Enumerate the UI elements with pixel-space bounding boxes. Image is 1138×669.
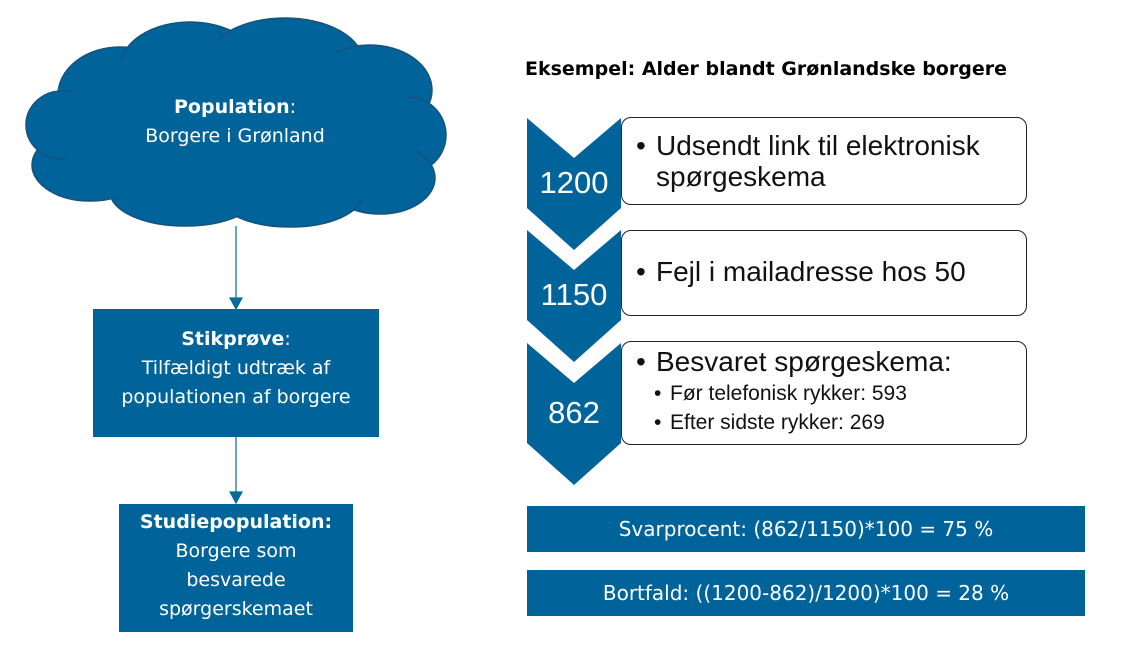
population-label: Population: Borgere i Grønland [90, 93, 380, 151]
step-1-text: Udsendt link til elektronisk spørgeskema [656, 130, 980, 192]
sample-label: Stikprøve: Tilfældigt udtræk af populati… [93, 325, 379, 412]
step-2-bullet: • Fejl i mailadresse hos 50 [636, 256, 1016, 287]
study-label: Studiepopulation: Borgere som besvarede … [119, 508, 353, 624]
response-rate-bar: Svarprocent: (862/1150)*100 = 75 % [527, 506, 1085, 552]
population-text: Borgere i Grønland [145, 125, 325, 147]
sample-line1: Tilfældigt udtræk af [141, 357, 331, 379]
step-3-bullet: • Besvaret spørgeskema: [636, 346, 1016, 377]
step-2-text: Fejl i mailadresse hos 50 [656, 256, 966, 287]
step-3-number: 862 [548, 395, 600, 430]
step-3-sub2-text: Efter sidste rykker: 269 [670, 411, 885, 434]
step-3-sub2: • Efter sidste rykker: 269 [654, 409, 1014, 437]
study-line1: Borgere som [175, 540, 297, 562]
population-title: Population [173, 96, 290, 118]
step-2-box: • Fejl i mailadresse hos 50 [621, 230, 1027, 316]
sample-line2: populationen af borgere [121, 386, 351, 408]
study-title: Studiepopulation: [139, 511, 333, 533]
step-1-box: • Udsendt link til elektronisk spørgeskem… [621, 117, 1027, 205]
step-2-number: 1150 [540, 277, 608, 312]
study-line3: spørgerskemaet [159, 598, 313, 620]
step-3-text: Besvaret spørgeskema: [656, 346, 952, 377]
step-3-sub1-text: Før telefonisk rykker: 593 [670, 382, 907, 405]
step-3-box: • Besvaret spørgeskema: • Før telefonisk r… [621, 341, 1027, 445]
response-rate-text: Svarprocent: (862/1150)*100 = 75 % [618, 517, 994, 541]
step-1-number: 1200 [539, 165, 609, 200]
step-1-bullet: • Udsendt link til elektronisk spørgeskem… [636, 130, 1016, 192]
sample-title: Stikprøve [181, 328, 285, 350]
dropout-bar: Bortfald: ((1200-862)/1200)*100 = 28 % [527, 570, 1085, 616]
step-3-sub1: • Før telefonisk rykker: 593 [654, 380, 1014, 408]
example-heading: Eksempel: Alder blandt Grønlandske borge… [525, 58, 1007, 80]
dropout-text: Bortfald: ((1200-862)/1200)*100 = 28 % [602, 581, 1010, 605]
study-line2: besvarede [186, 569, 286, 591]
